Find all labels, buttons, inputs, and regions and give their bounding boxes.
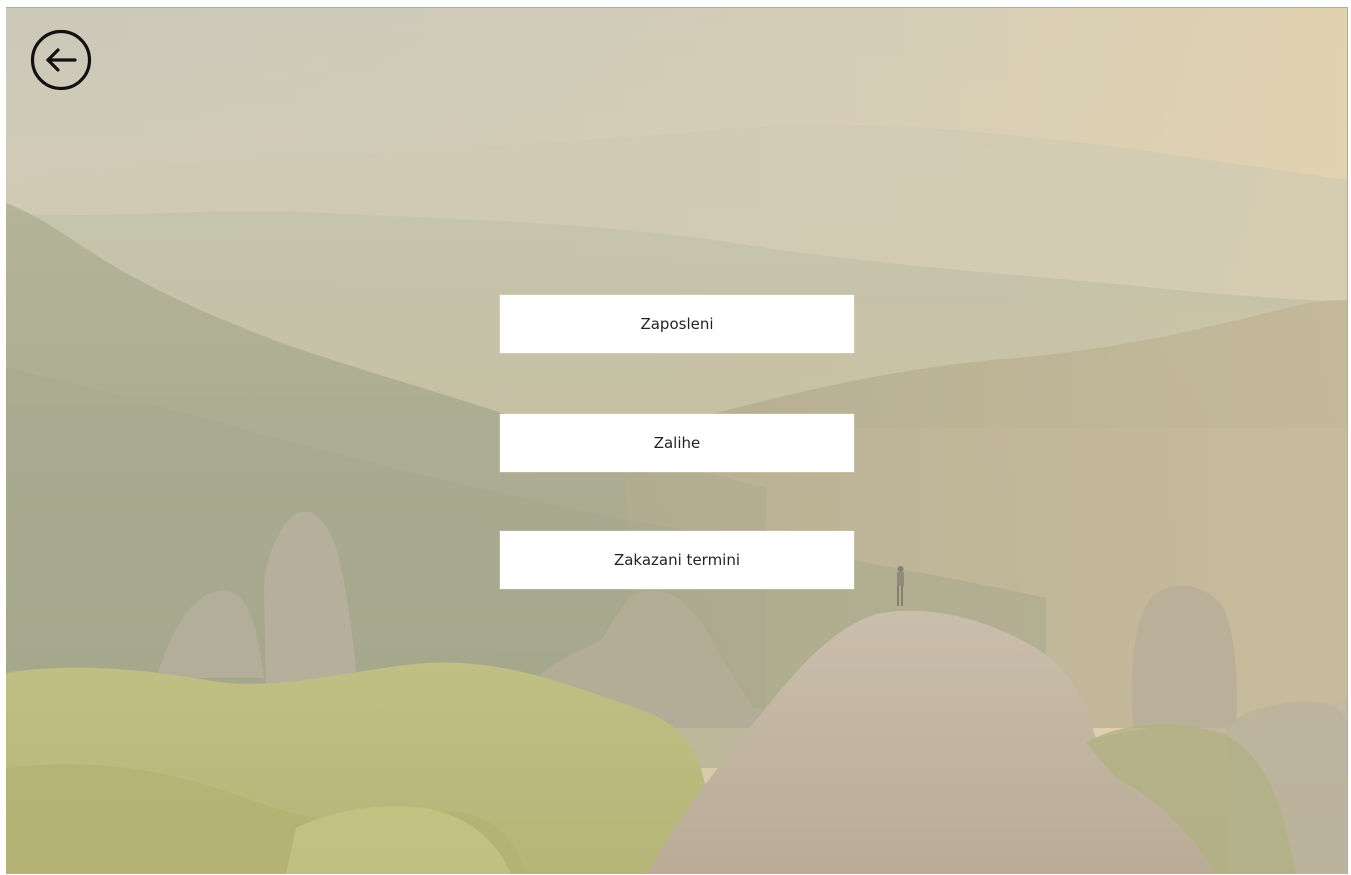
back-button[interactable] bbox=[30, 29, 92, 91]
arrow-left-circle-icon bbox=[30, 29, 92, 91]
employees-button[interactable]: Zaposleni bbox=[500, 295, 854, 353]
scheduled-appointments-button-label: Zakazani termini bbox=[613, 551, 741, 569]
employees-button-label: Zaposleni bbox=[640, 315, 714, 333]
scheduled-appointments-button[interactable]: Zakazani termini bbox=[500, 531, 854, 589]
inventory-button-label: Zalihe bbox=[653, 434, 701, 452]
app-window: Zaposleni Zalihe Zakazani termini bbox=[6, 7, 1348, 874]
inventory-button[interactable]: Zalihe bbox=[500, 414, 854, 472]
